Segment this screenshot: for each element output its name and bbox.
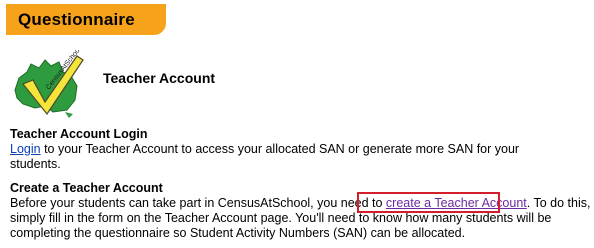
banner-title: Questionnaire — [18, 9, 135, 29]
create-section-title: Create a Teacher Account — [10, 181, 163, 195]
login-section-text: Login to your Teacher Account to access … — [10, 142, 570, 172]
census-at-school-logo: CensusAtSchool — [9, 50, 87, 124]
create-teacher-account-link[interactable]: create a Teacher Account — [386, 196, 527, 210]
login-section-title: Teacher Account Login — [10, 127, 148, 141]
login-section: Teacher Account Login Login to your Teac… — [10, 127, 570, 172]
page-title: Teacher Account — [103, 70, 216, 86]
create-text-before: Before your students can take part in Ce… — [10, 196, 386, 210]
create-section-text: Before your students can take part in Ce… — [10, 196, 592, 241]
questionnaire-banner: Questionnaire — [6, 4, 166, 35]
login-link[interactable]: Login — [10, 142, 41, 156]
login-description: to your Teacher Account to access your a… — [10, 142, 520, 171]
page: Questionnaire CensusAtSchool Teacher Acc… — [0, 0, 594, 248]
create-account-section: Create a Teacher Account Before your stu… — [10, 181, 592, 241]
australia-checkmark-logo-icon: CensusAtSchool — [14, 50, 84, 118]
